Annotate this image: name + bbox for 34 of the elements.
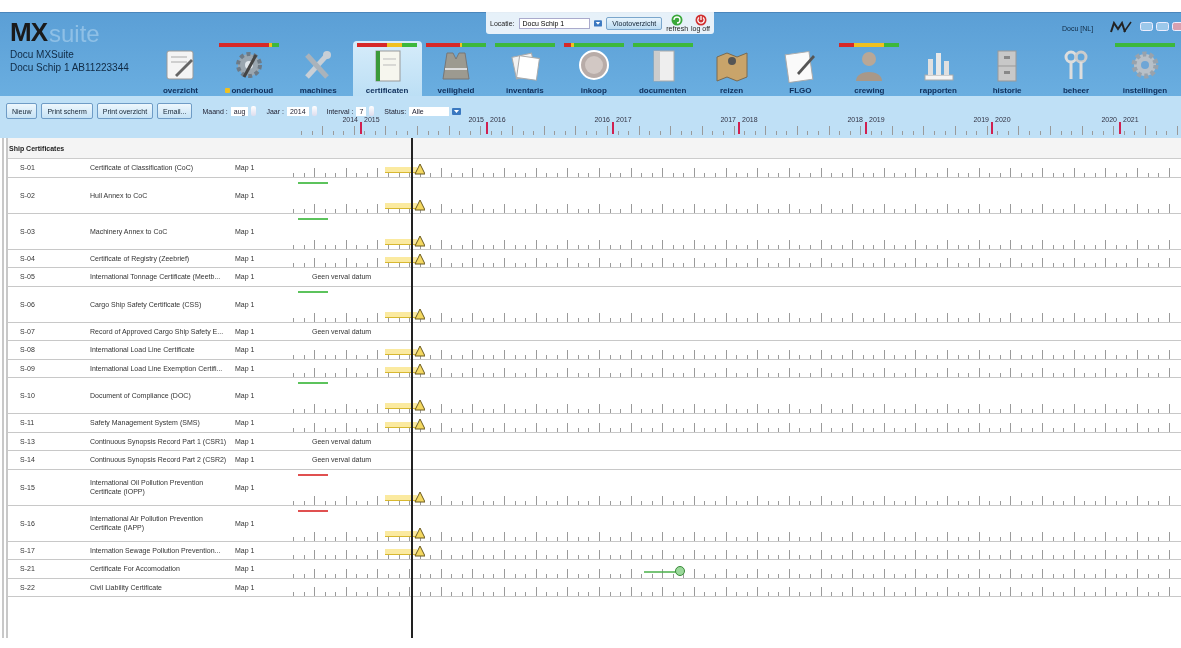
spinner-icon[interactable] <box>311 106 317 116</box>
nav-tab[interactable]: historie <box>972 41 1042 96</box>
nav-tab[interactable]: inkoop <box>559 41 629 96</box>
dropdown-icon <box>452 107 462 115</box>
spinner-icon[interactable] <box>251 106 257 116</box>
nav-tab[interactable]: FLGO <box>766 41 835 96</box>
nav-tab[interactable]: inventaris <box>490 41 560 96</box>
logo-text: MX <box>10 17 47 48</box>
site-name: Docu MXSuite <box>10 48 75 61</box>
nav-tab[interactable]: crewing <box>834 41 904 96</box>
nav-tab[interactable]: machines <box>283 41 353 96</box>
nav-tab[interactable]: veiligheid <box>421 41 491 96</box>
nav-tab[interactable]: documenten <box>628 41 698 96</box>
logo-icon <box>1110 21 1132 33</box>
nav-tab[interactable]: rapporten <box>903 41 973 96</box>
status-bar <box>494 43 555 47</box>
spinner-icon[interactable] <box>369 106 375 116</box>
dropdown-icon <box>594 19 603 27</box>
status-bar <box>839 43 900 47</box>
status-bar <box>426 43 486 47</box>
nav-tab[interactable]: overzicht <box>146 41 215 96</box>
status-bar <box>357 43 418 47</box>
nav-tab[interactable]: beheer <box>1041 41 1111 96</box>
minimize-icon <box>1140 22 1153 31</box>
vessel-name: Docu Schip 1 AB11223344 <box>10 61 129 74</box>
status-bar <box>219 43 280 47</box>
status-bar <box>632 43 693 47</box>
nav-tab[interactable]: instellingen <box>1110 41 1180 96</box>
maximize-icon <box>1156 22 1169 31</box>
status-bar <box>563 43 624 47</box>
nav-tab[interactable]: onderhoud <box>214 41 284 96</box>
nav-tab[interactable]: certificaten <box>352 41 422 96</box>
status-bar <box>1114 43 1175 47</box>
nav-tab[interactable]: reizen <box>697 41 766 96</box>
